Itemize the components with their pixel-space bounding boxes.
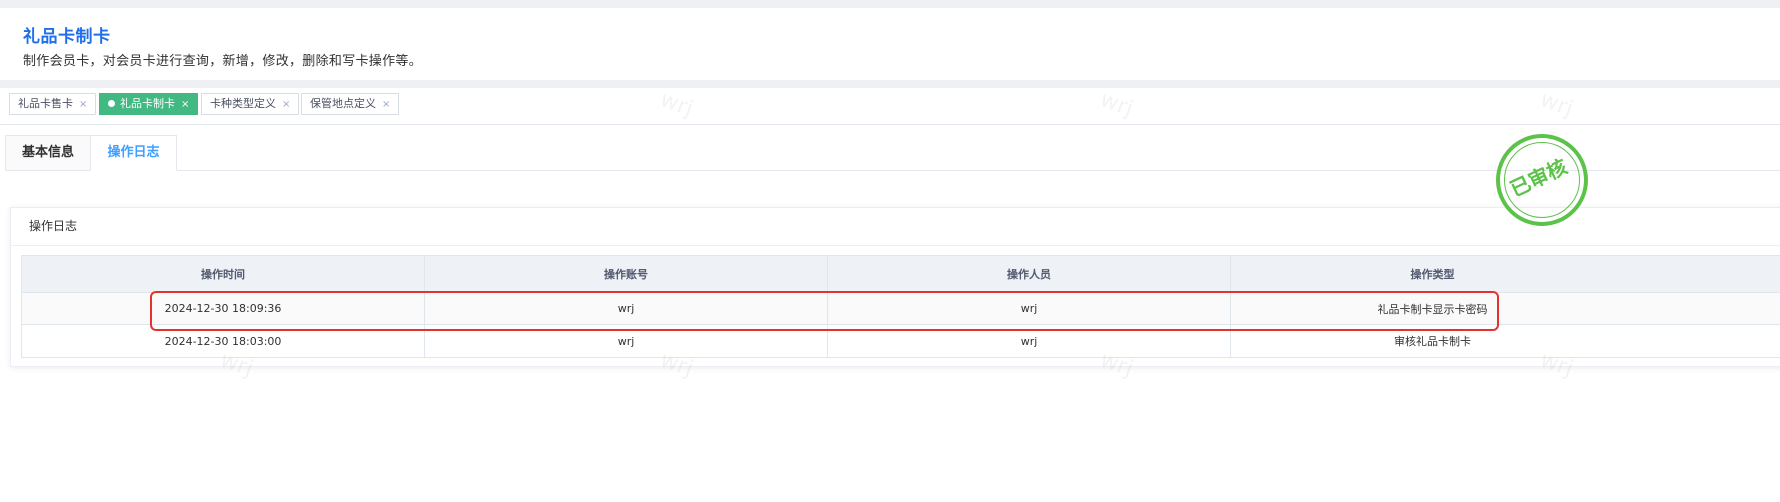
- close-icon[interactable]: ×: [79, 99, 87, 110]
- tab-basic-info[interactable]: 基本信息: [5, 135, 91, 171]
- tags-view-bar: 礼品卡售卡 × 礼品卡制卡 × 卡种类型定义 × 保管地点定义 ×: [0, 88, 1780, 125]
- tag-gift-card-making[interactable]: 礼品卡制卡 ×: [99, 93, 199, 115]
- column-header: 操作时间: [22, 256, 425, 292]
- tag-label: 保管地点定义: [310, 97, 376, 110]
- approved-stamp: 已审核: [1496, 134, 1588, 226]
- highlight-annotation-box: [150, 291, 1499, 331]
- column-header: 操作人员: [828, 256, 1231, 292]
- close-icon[interactable]: ×: [382, 99, 390, 110]
- header-gap: [0, 80, 1780, 88]
- page-header: 礼品卡制卡 制作会员卡，对会员卡进行查询，新增，修改，删除和写卡操作等。: [5, 8, 1780, 80]
- column-header: 操作类型: [1410, 268, 1455, 281]
- table-header-row: 操作时间 操作账号 操作人员 操作类型: [22, 256, 1780, 293]
- top-background-strip: [0, 0, 1780, 8]
- tag-label: 礼品卡制卡: [120, 97, 175, 110]
- close-icon[interactable]: ×: [181, 99, 189, 110]
- active-dot-icon: [108, 99, 115, 107]
- tag-gift-card-sale[interactable]: 礼品卡售卡 ×: [9, 93, 97, 115]
- tag-storage-location-definition[interactable]: 保管地点定义 ×: [301, 93, 400, 115]
- close-icon[interactable]: ×: [282, 99, 290, 110]
- column-header: 操作账号: [425, 256, 828, 292]
- operation-log-card: 操作日志 操作时间 操作账号 操作人员 操作类型 2024-12-30 18:0…: [10, 207, 1780, 367]
- page-title: 礼品卡制卡: [23, 27, 111, 47]
- tag-label: 卡种类型定义: [210, 97, 276, 110]
- tab-operation-log[interactable]: 操作日志: [91, 135, 177, 171]
- tag-label: 礼品卡售卡: [18, 97, 73, 110]
- tag-card-type-definition[interactable]: 卡种类型定义 ×: [201, 93, 300, 115]
- page-description: 制作会员卡，对会员卡进行查询，新增，修改，删除和写卡操作等。: [23, 54, 423, 69]
